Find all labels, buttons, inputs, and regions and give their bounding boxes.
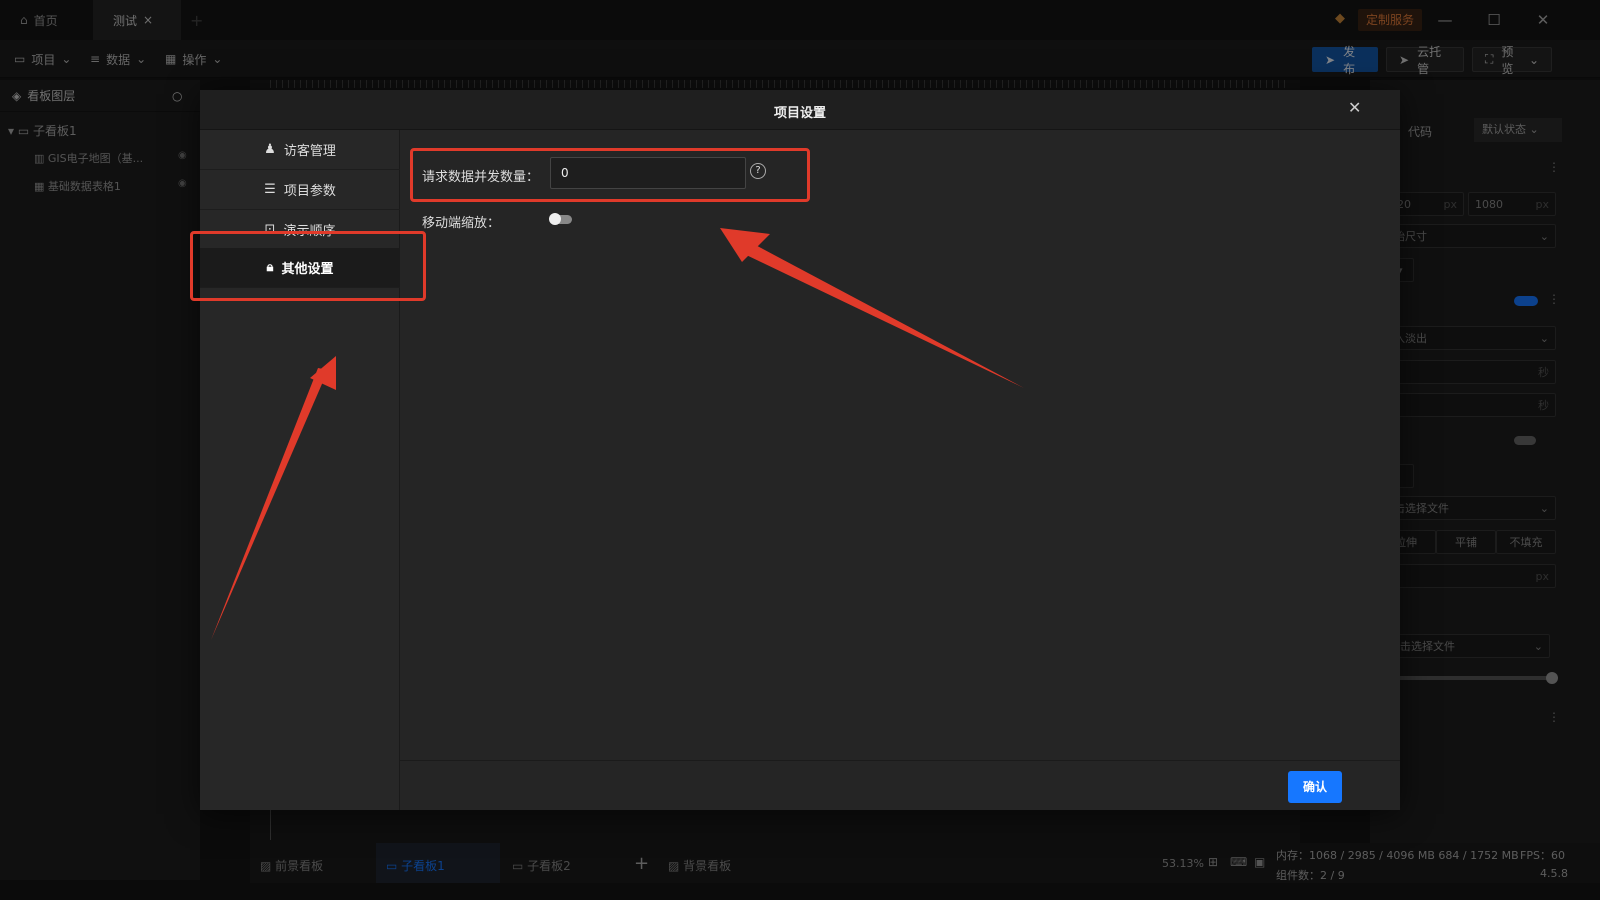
arrow-to-input [720,228,1024,388]
annotation-arrows [211,228,1024,640]
arrow-shaft [211,368,328,640]
arrow-to-sidebar [211,356,336,640]
arrow-shaft [740,240,1024,388]
